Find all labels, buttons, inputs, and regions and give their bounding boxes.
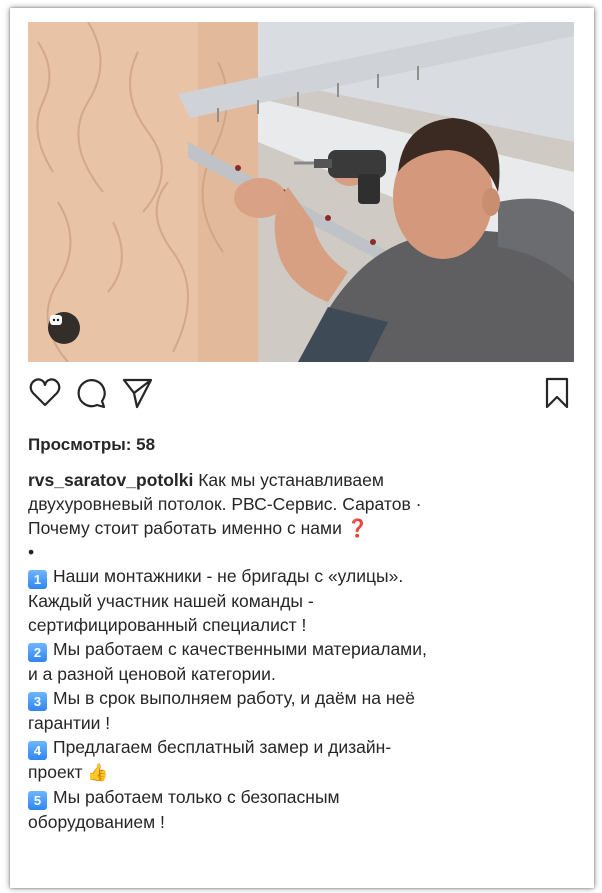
number-badge: 4 [28, 741, 47, 760]
list-item-line: проект 👍 [28, 760, 584, 785]
video-frame [28, 22, 574, 362]
list-item: 1 Наши монтажники - не бригады с «улицы». [28, 564, 584, 589]
list-item: 3 Мы в срок выполняем работу, и даём на н… [28, 686, 584, 711]
video-camera-icon [48, 312, 80, 344]
action-bar [28, 376, 574, 412]
post-card: Просмотры: 58 rvs_saratov_potolki Как мы… [10, 8, 594, 888]
number-badge: 3 [28, 692, 47, 711]
list-item-text: Мы в срок выполняем работу, и даём на не… [53, 688, 415, 708]
list-item-text: оборудованием ! [28, 812, 165, 832]
list-item-text: Мы работаем с качественными материалами, [53, 639, 427, 659]
thumbs-up-icon: 👍 [87, 763, 109, 782]
list-item-text: Наши монтажники - не бригады с «улицы». [53, 566, 404, 586]
list-item: 2 Мы работаем с качественными материалами… [28, 637, 584, 662]
post-video[interactable] [28, 22, 574, 362]
username-link[interactable]: rvs_saratov_potolki [28, 470, 193, 490]
caption-line-3: Почему стоит работать именно с нами ❓ [28, 516, 584, 540]
list-item-text: Мы работаем только с безопасным [53, 787, 340, 807]
caption-line-1: rvs_saratov_potolki Как мы устанавливаем [28, 468, 584, 492]
list-item-text: гарантии ! [28, 713, 111, 733]
bookmark-icon[interactable] [540, 376, 574, 410]
question-mark-icon: ❓ [346, 518, 369, 538]
list-item-text: проект [28, 762, 88, 782]
caption-text: двухуровневый потолок. РВС-Сервис. Сарат… [28, 494, 422, 514]
caption-bullet: • [28, 542, 35, 562]
list-item: 5 Мы работаем только с безопасным [28, 785, 584, 810]
list-item-text: Предлагаем бесплатный замер и дизайн- [53, 737, 392, 757]
caption-text: Как мы устанавливаем [193, 470, 384, 490]
caption-text: Почему стоит работать именно с нами [28, 518, 347, 538]
list-item-text: и а разной ценовой категории. [28, 664, 276, 684]
list-item: 4 Предлагаем бесплатный замер и дизайн- [28, 735, 584, 760]
list-item-text: Каждый участник нашей команды - [28, 591, 314, 611]
paper-plane-icon[interactable] [120, 376, 154, 410]
heart-icon[interactable] [28, 376, 62, 410]
number-badge: 1 [28, 570, 47, 589]
number-badge: 2 [28, 643, 47, 662]
views-count: Просмотры: 58 [28, 435, 156, 454]
comment-icon[interactable] [74, 376, 108, 410]
list-item-text: сертифицированный специалист ! [28, 615, 307, 635]
number-badge: 5 [28, 791, 47, 810]
post-caption: rvs_saratov_potolki Как мы устанавливаем… [28, 468, 584, 834]
